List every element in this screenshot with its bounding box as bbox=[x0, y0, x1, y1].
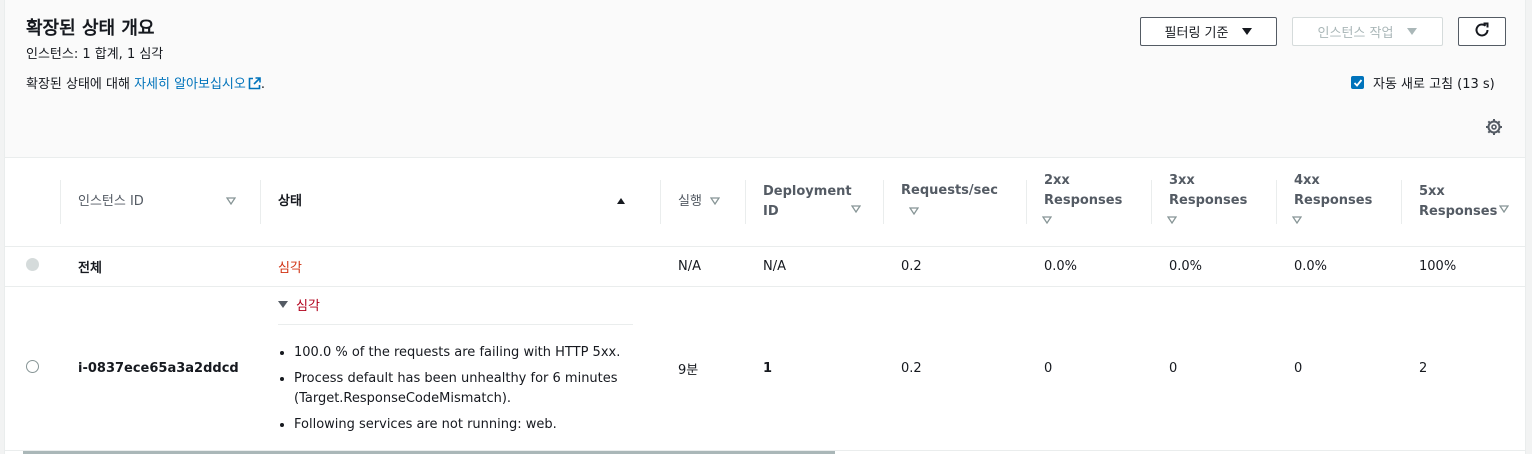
cause-item: Following services are not running: web. bbox=[294, 415, 642, 435]
column-label: 실행 bbox=[678, 193, 702, 209]
table-row-overall: 전체 심각 N/A N/A 0.2 0.0% 0.0% 0.0% 100% bbox=[5, 246, 1525, 287]
column-label: 인스턴스 ID bbox=[78, 193, 144, 209]
triangle-down-icon bbox=[278, 301, 288, 308]
column-header-4xx[interactable]: 4xx Responses bbox=[1276, 158, 1401, 247]
instance-actions-label: 인스턴스 작업 bbox=[1317, 26, 1394, 41]
r5xx-cell: 2 bbox=[1401, 286, 1525, 451]
column-header-running[interactable]: 실행 bbox=[660, 158, 745, 247]
external-link-icon bbox=[248, 77, 261, 94]
cause-item: 100.0 % of the requests are failing with… bbox=[294, 343, 642, 363]
select-cell bbox=[5, 286, 60, 451]
r4xx-cell: 0.0% bbox=[1276, 246, 1401, 287]
caret-down-icon bbox=[1242, 28, 1253, 35]
sort-icon bbox=[1041, 211, 1053, 231]
select-column-header bbox=[5, 158, 60, 247]
status-cell: 심각 bbox=[260, 246, 660, 287]
deployment-cell: 1 bbox=[745, 286, 883, 451]
sort-ascending-icon bbox=[616, 192, 626, 212]
sort-icon bbox=[1166, 211, 1178, 231]
instances-table: 인스턴스 ID 상태 실행 Deployment ID Requests/sec… bbox=[5, 158, 1525, 451]
caret-down-icon bbox=[1407, 28, 1418, 35]
column-header-5xx[interactable]: 5xx Responses bbox=[1401, 158, 1525, 247]
auto-refresh-toggle[interactable]: 자동 새로 고침 (13 s) bbox=[1351, 73, 1495, 92]
r3xx-cell: 0 bbox=[1151, 286, 1276, 451]
auto-refresh-label: 자동 새로 고침 (13 s) bbox=[1373, 77, 1495, 92]
column-header-instance-id[interactable]: 인스턴스 ID bbox=[60, 158, 260, 247]
sort-icon bbox=[1498, 200, 1510, 220]
causes-toggle[interactable]: 심각 bbox=[278, 295, 633, 325]
filter-by-button[interactable]: 필터링 기준 bbox=[1140, 17, 1277, 46]
radio-disabled bbox=[26, 257, 39, 271]
r4xx-cell: 0 bbox=[1276, 286, 1401, 451]
rps-cell: 0.2 bbox=[883, 246, 1026, 287]
table-row-instance[interactable]: i-0837ece65a3a2ddcd 심각 100.0 % of the re… bbox=[5, 286, 1525, 451]
sort-icon bbox=[1291, 211, 1303, 231]
running-cell: N/A bbox=[660, 246, 745, 287]
radio-button[interactable] bbox=[26, 359, 39, 373]
running-cell: 9분 bbox=[660, 286, 745, 451]
description: 확장된 상태에 대해 자세히 알아보십시오. bbox=[26, 73, 265, 94]
refresh-icon bbox=[1473, 21, 1491, 43]
column-header-deployment-id[interactable]: Deployment ID bbox=[745, 158, 883, 247]
refresh-button[interactable] bbox=[1458, 17, 1506, 46]
select-cell bbox=[5, 246, 60, 287]
instance-id-cell: 전체 bbox=[60, 246, 260, 287]
instance-actions-button[interactable]: 인스턴스 작업 bbox=[1292, 17, 1443, 46]
page-title: 확장된 상태 개요 bbox=[26, 18, 155, 39]
deployment-cell: N/A bbox=[745, 246, 883, 287]
column-label: 5xx Responses bbox=[1419, 183, 1498, 219]
sort-icon bbox=[709, 192, 721, 212]
sort-icon bbox=[225, 192, 237, 212]
causes-list: 100.0 % of the requests are failing with… bbox=[294, 343, 642, 435]
rps-cell: 0.2 bbox=[883, 286, 1026, 451]
column-header-2xx[interactable]: 2xx Responses bbox=[1026, 158, 1151, 247]
panel-header: 확장된 상태 개요 인스턴스: 1 합계, 1 심각 확장된 상태에 대해 자세… bbox=[5, 0, 1525, 158]
r5xx-cell: 100% bbox=[1401, 246, 1525, 287]
sort-icon bbox=[850, 200, 862, 220]
column-label: Requests/sec bbox=[901, 183, 998, 199]
checkbox-checked-icon[interactable] bbox=[1351, 76, 1364, 89]
column-label: 3xx Responses bbox=[1169, 172, 1248, 208]
column-header-status[interactable]: 상태 bbox=[260, 158, 660, 247]
r3xx-cell: 0.0% bbox=[1151, 246, 1276, 287]
column-label: 4xx Responses bbox=[1294, 172, 1373, 208]
status-severe-label: 심각 bbox=[296, 299, 320, 314]
r2xx-cell: 0.0% bbox=[1026, 246, 1151, 287]
column-header-requests-sec[interactable]: Requests/sec bbox=[883, 158, 1026, 247]
column-header-3xx[interactable]: 3xx Responses bbox=[1151, 158, 1276, 247]
learn-more-link[interactable]: 자세히 알아보십시오 bbox=[134, 77, 261, 92]
column-label: 2xx Responses bbox=[1044, 172, 1123, 208]
instance-id-cell: i-0837ece65a3a2ddcd bbox=[60, 286, 260, 451]
sort-icon bbox=[908, 202, 920, 222]
filter-by-label: 필터링 기준 bbox=[1164, 26, 1229, 41]
enhanced-health-panel: 확장된 상태 개요 인스턴스: 1 합계, 1 심각 확장된 상태에 대해 자세… bbox=[4, 0, 1526, 454]
cause-item: Process default has been unhealthy for 6… bbox=[294, 369, 642, 409]
description-prefix: 확장된 상태에 대해 bbox=[26, 77, 135, 92]
learn-more-label: 자세히 알아보십시오 bbox=[134, 77, 246, 92]
description-suffix: . bbox=[260, 77, 265, 92]
gear-icon[interactable] bbox=[1485, 118, 1503, 140]
table-header-row: 인스턴스 ID 상태 실행 Deployment ID Requests/sec… bbox=[5, 158, 1525, 247]
instance-counter: 인스턴스: 1 합계, 1 심각 bbox=[26, 47, 164, 62]
r2xx-cell: 0 bbox=[1026, 286, 1151, 451]
status-cell: 심각 100.0 % of the requests are failing w… bbox=[260, 286, 660, 451]
column-label: Deployment ID bbox=[763, 183, 852, 219]
column-label: 상태 bbox=[278, 193, 302, 209]
